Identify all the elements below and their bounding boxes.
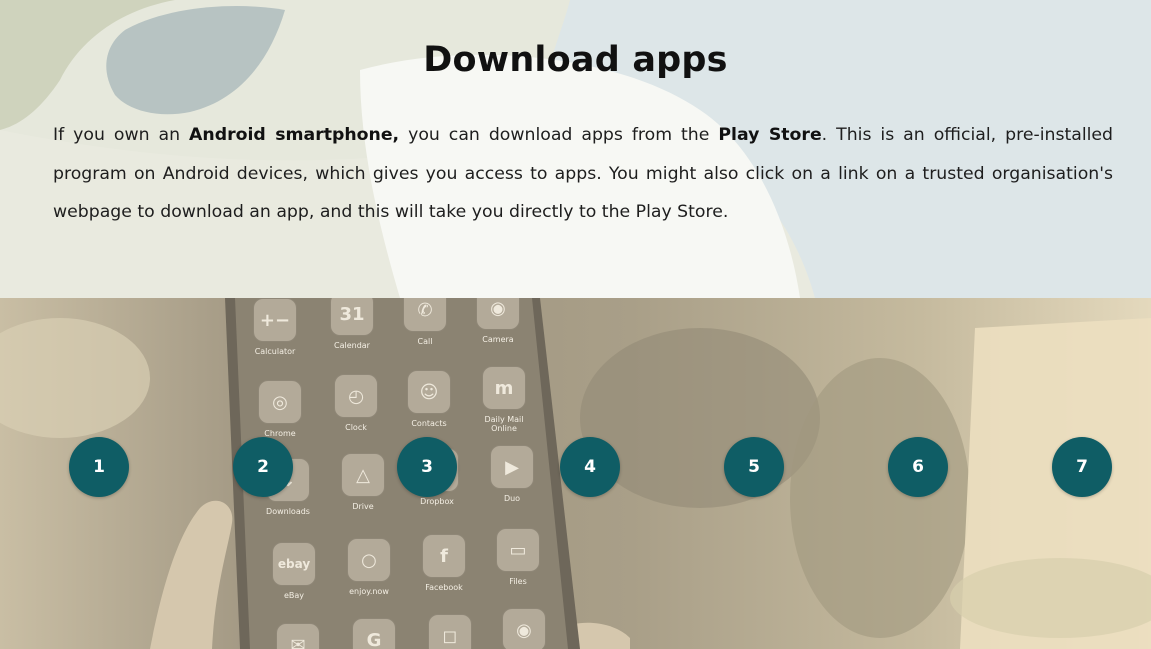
clock-icon: ◴: [334, 374, 378, 418]
google-icon: G: [352, 618, 396, 649]
app-label: Daily Mail Online: [484, 415, 524, 433]
app-duo: ▶ Duo: [482, 445, 542, 503]
mail-icon: ✉: [276, 623, 320, 649]
hotspot-button-2[interactable]: 2: [233, 437, 293, 497]
drive-icon: △: [341, 453, 385, 497]
app-label: Downloads: [266, 507, 310, 516]
contacts-icon: ☺: [407, 370, 451, 414]
enjoy-now-icon: ○: [347, 538, 391, 582]
app-files: ▭ Files: [488, 528, 548, 586]
slide: Download apps If you own an Android smar…: [0, 0, 1151, 649]
app-facebook: f Facebook: [414, 534, 474, 592]
hotspot-button-4[interactable]: 4: [560, 437, 620, 497]
app-ebay: ebay eBay: [264, 542, 324, 600]
app-label: Facebook: [425, 583, 463, 592]
app-label: Calendar: [334, 341, 370, 350]
app-instagram-partial: ◻: [420, 614, 480, 649]
app-label: Clock: [345, 423, 367, 432]
phone-icon: ✆: [403, 298, 447, 332]
app-label: Duo: [503, 494, 521, 503]
duo-icon: ▶: [490, 445, 534, 489]
app-label: Calculator: [254, 347, 296, 356]
hotspot-button-6[interactable]: 6: [888, 437, 948, 497]
hotspot-button-5[interactable]: 5: [724, 437, 784, 497]
camera-lens-icon: ◉: [502, 608, 546, 649]
app-camera: ◉ Camera: [468, 298, 528, 344]
app-label: enjoy.now: [349, 587, 389, 596]
hotspot-button-3[interactable]: 3: [397, 437, 457, 497]
app-calculator: +− Calculator: [245, 298, 305, 356]
facebook-icon: f: [422, 534, 466, 578]
app-label: Dropbox: [420, 497, 454, 506]
paragraph-emphasis-play-store: Play Store: [718, 125, 822, 145]
app-enjoy-now: ○ enjoy.now: [339, 538, 399, 596]
paragraph-emphasis-android: Android smartphone,: [189, 125, 400, 145]
hotspot-button-7[interactable]: 7: [1052, 437, 1112, 497]
app-calendar: 31 Calendar: [322, 298, 382, 350]
app-call: ✆ Call: [395, 298, 455, 346]
daily-mail-icon: m: [482, 366, 526, 410]
app-label: eBay: [283, 591, 305, 600]
app-drive: △ Drive: [333, 453, 393, 511]
app-label: Files: [509, 577, 527, 586]
hotspot-button-1[interactable]: 1: [69, 437, 129, 497]
app-camera-lens-partial: ◉: [494, 608, 554, 649]
calendar-icon: 31: [330, 298, 374, 336]
app-google-partial: G: [344, 618, 404, 649]
app-label: Camera: [482, 335, 514, 344]
ebay-icon: ebay: [272, 542, 316, 586]
page-title: Download apps: [423, 40, 728, 80]
app-clock: ◴ Clock: [326, 374, 386, 432]
app-contacts: ☺ Contacts: [399, 370, 459, 428]
chrome-icon: ◎: [258, 380, 302, 424]
app-label: Contacts: [411, 419, 447, 428]
app-daily-mail: m Daily Mail Online: [474, 366, 534, 433]
instagram-icon: ◻: [428, 614, 472, 649]
camera-icon: ◉: [476, 298, 520, 330]
app-label: Drive: [352, 502, 374, 511]
paragraph-text: If you own an: [53, 125, 190, 145]
app-label: Call: [417, 337, 433, 346]
intro-paragraph: If you own an Android smartphone, you ca…: [53, 116, 1113, 232]
calculator-icon: +−: [253, 298, 297, 342]
app-chrome: ◎ Chrome: [250, 380, 310, 438]
paragraph-text: you can download apps from the: [399, 125, 719, 145]
app-mail-partial: ✉: [268, 623, 328, 649]
files-icon: ▭: [496, 528, 540, 572]
